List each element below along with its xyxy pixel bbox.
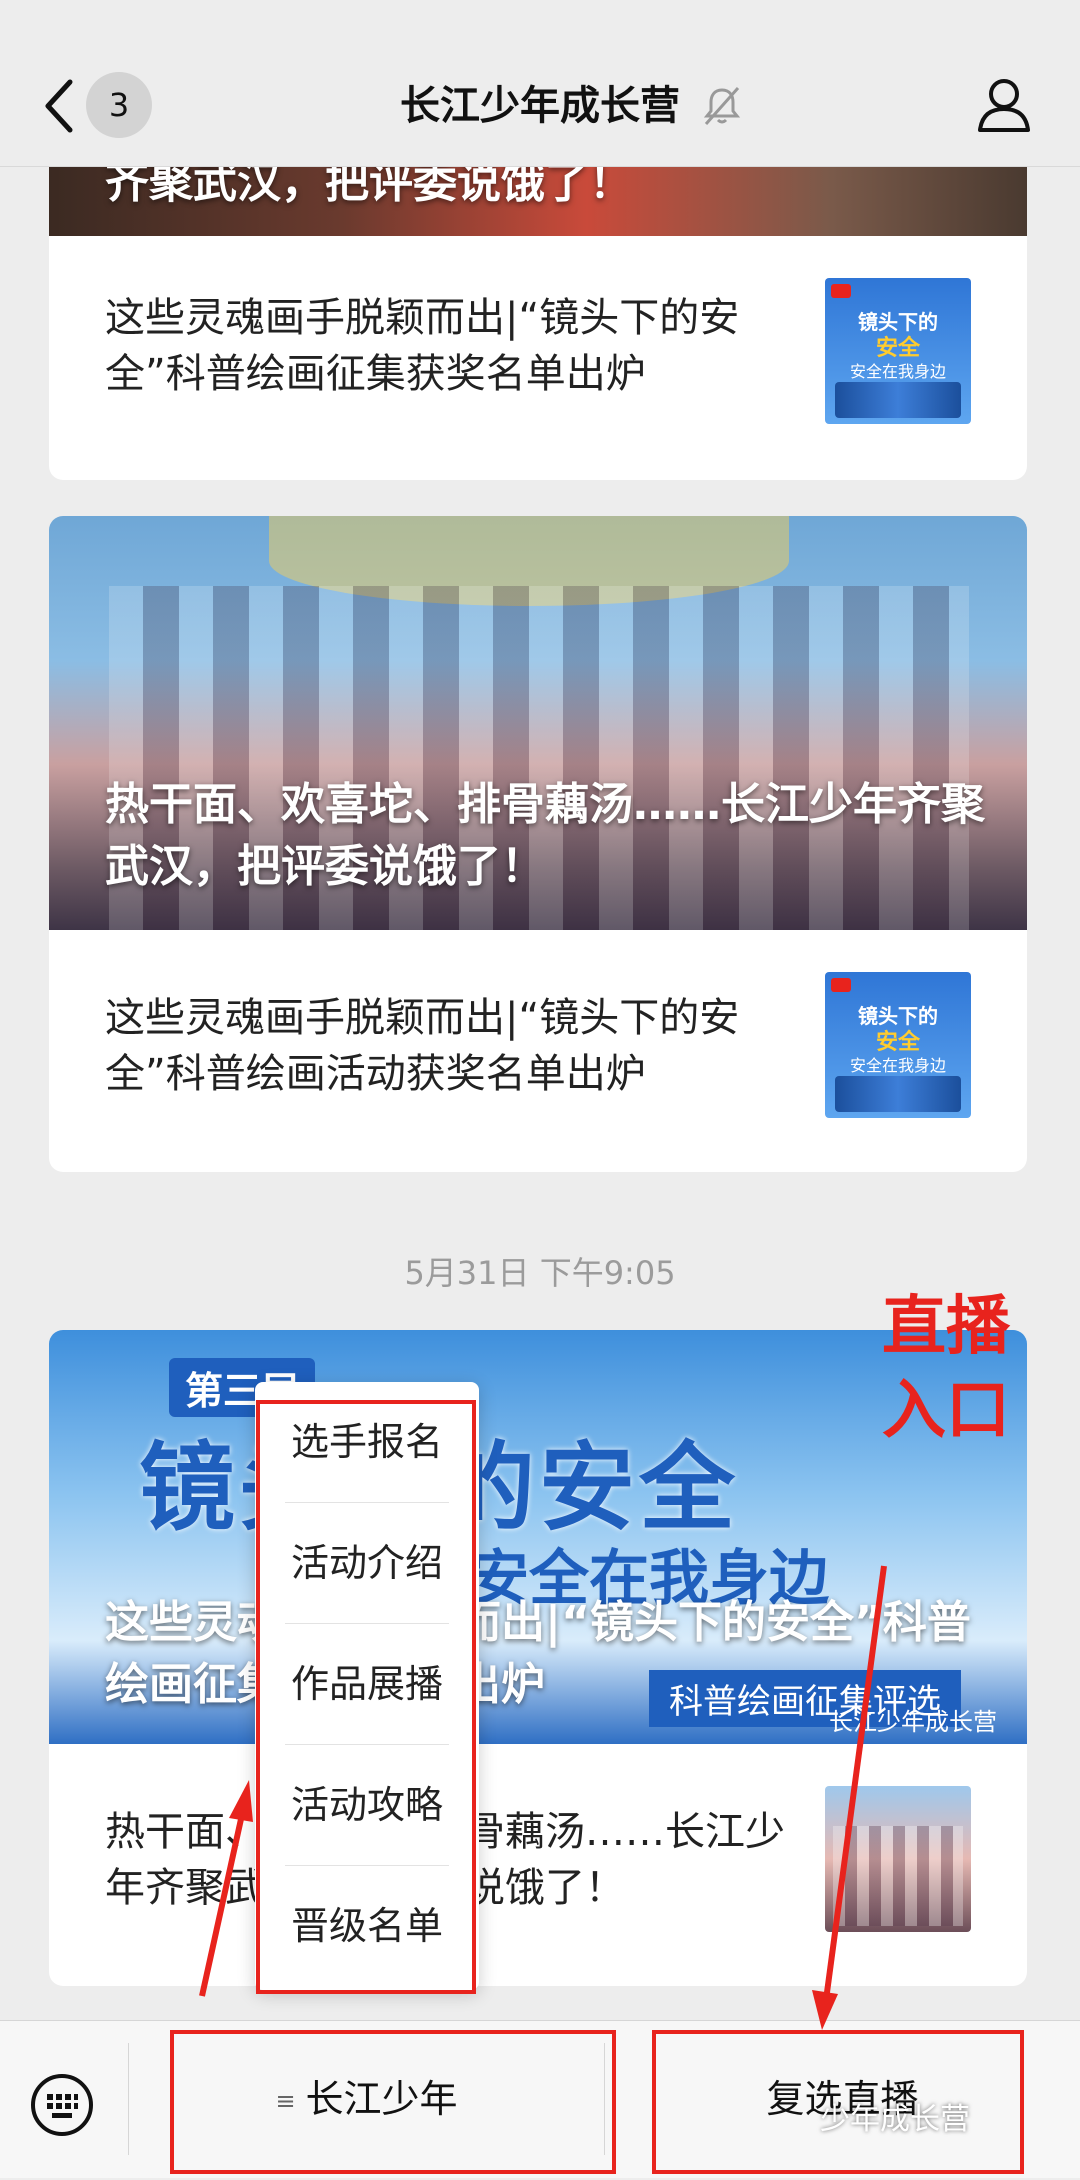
thumbnail-figures: [835, 1076, 961, 1112]
top-navigation-bar: 3 长江少年成长营: [0, 0, 1080, 167]
thumbnail-logo-icon: [831, 978, 851, 992]
message-list: 齐聚武汉，把评委说饿了！ 这些灵魂画手脱颖而出|“镜头下的安全”科普绘画征集获奖…: [0, 0, 1080, 2020]
article-row-text-2[interactable]: 这些灵魂画手脱颖而出|“镜头下的安全”科普绘画活动获奖名单出炉: [105, 990, 805, 1102]
article-thumbnail-3[interactable]: [825, 1786, 971, 1932]
thumbnail-logo-icon: [831, 284, 851, 298]
article-cover-3[interactable]: 第三届 镜头下的安全 安全在我身边 科普绘画征集评选 长江少年成长营 这些灵魂画…: [49, 1330, 1027, 1744]
muted-bell-icon: [703, 87, 741, 125]
thumbnail-subtitle: 安全在我身边: [849, 1056, 946, 1075]
profile-icon[interactable]: [976, 76, 1032, 134]
annotation-box-menu: [256, 1400, 476, 1994]
article-cover-title-3: 这些灵魂画手脱颖而出|“镜头下的安全”科普绘画征集获奖名单出炉: [105, 1597, 971, 1710]
article-card-2[interactable]: 热干面、欢喜坨、排骨藕汤……长江少年齐聚武汉，把评委说饿了！ 这些灵魂画手脱颖而…: [49, 516, 1027, 1172]
article-thumbnail-2[interactable]: 镜头下的 安全 安全在我身边: [825, 972, 971, 1118]
page-title: 长江少年成长营: [400, 83, 680, 129]
article-row-text-1[interactable]: 这些灵魂画手脱颖而出|“镜头下的安全”科普绘画征集获奖名单出炉: [105, 290, 805, 402]
article-cover-2[interactable]: 热干面、欢喜坨、排骨藕汤……长江少年齐聚武汉，把评委说饿了！: [49, 516, 1027, 930]
thumbnail-subtitle: 安全在我身边: [849, 362, 946, 381]
article-cover-title-2: 热干面、欢喜坨、排骨藕汤……长江少年齐聚武汉，把评委说饿了！: [105, 779, 985, 892]
watermark-text: 少年成长营: [820, 2102, 970, 2137]
thumbnail-figures: [835, 382, 961, 418]
article-thumbnail-1[interactable]: 镜头下的 安全 安全在我身边: [825, 278, 971, 424]
keyboard-icon[interactable]: [30, 2073, 94, 2137]
annotation-box-tab1: [170, 2030, 616, 2174]
annotation-live-label-1: 直播: [882, 1290, 1010, 1364]
article-card-3[interactable]: 第三届 镜头下的安全 安全在我身边 科普绘画征集评选 长江少年成长营 这些灵魂画…: [49, 1330, 1027, 1986]
annotation-live-label-2: 入口: [882, 1374, 1010, 1448]
thumbnail-group-photo: [833, 1826, 963, 1926]
